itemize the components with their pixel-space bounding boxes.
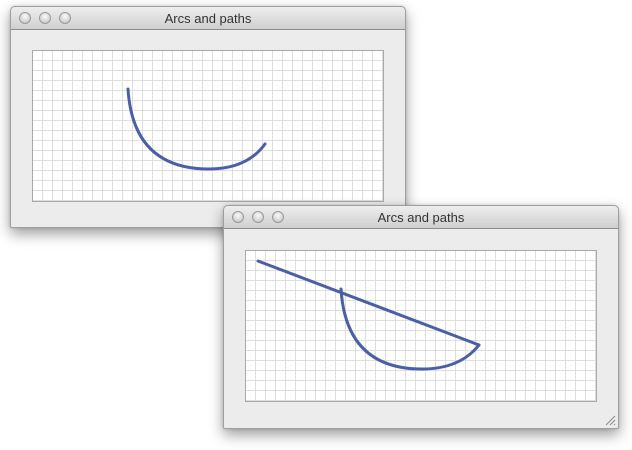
drawing-canvas[interactable] bbox=[32, 50, 384, 202]
window-front: Arcs and paths bbox=[223, 205, 619, 429]
arc-drawing bbox=[126, 87, 267, 171]
arc-path bbox=[126, 87, 267, 171]
title-bar[interactable]: Arcs and paths bbox=[11, 7, 405, 30]
drawing-canvas[interactable] bbox=[245, 250, 597, 402]
window-title: Arcs and paths bbox=[164, 11, 252, 26]
title-bar[interactable]: Arcs and paths bbox=[224, 206, 618, 229]
arc-and-line-drawing bbox=[256, 259, 481, 371]
line-path bbox=[256, 259, 481, 347]
resize-grip-icon[interactable] bbox=[605, 415, 616, 426]
window-back: Arcs and paths bbox=[10, 6, 406, 228]
window-title: Arcs and paths bbox=[377, 210, 465, 225]
